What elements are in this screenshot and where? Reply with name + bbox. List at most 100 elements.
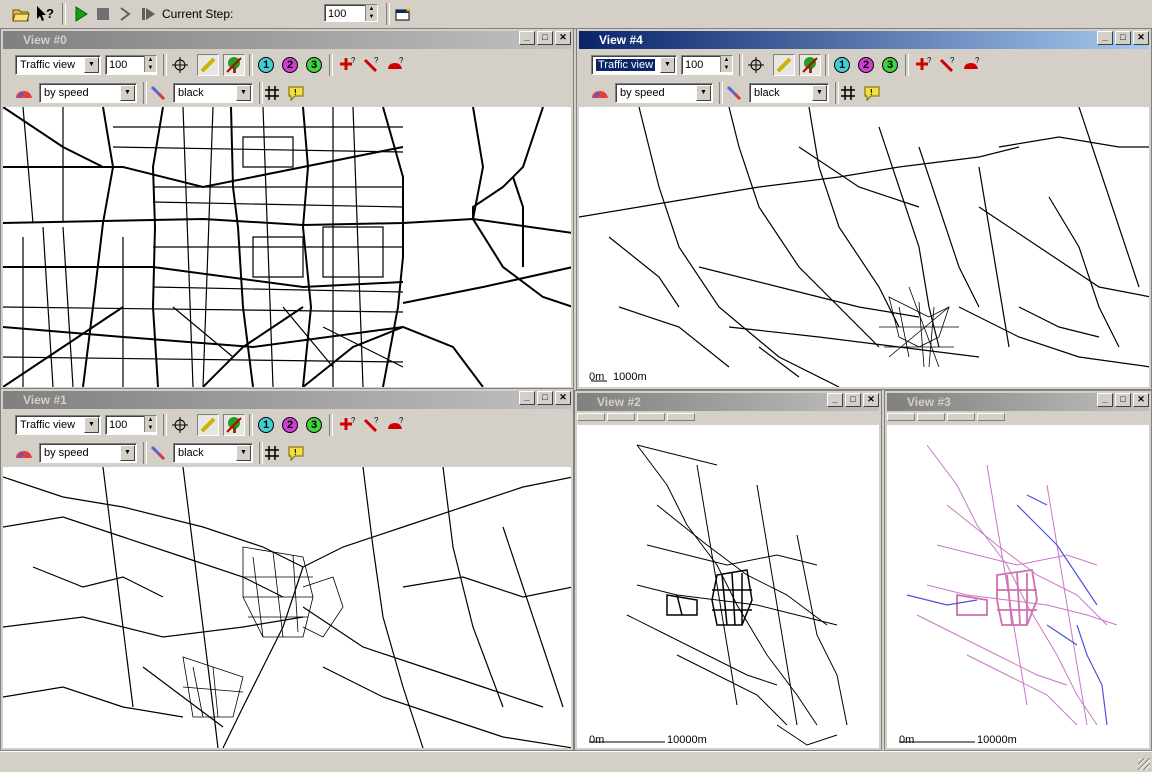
- edge-color-icon[interactable]: [147, 82, 169, 104]
- tree-decals-icon[interactable]: [223, 414, 245, 436]
- help-pointer-icon[interactable]: ?: [34, 3, 56, 25]
- collapsed-toolbar-handle[interactable]: [667, 413, 695, 421]
- resize-grip[interactable]: [1138, 758, 1150, 770]
- zoom-input[interactable]: 100 ▲ ▼: [105, 55, 157, 75]
- number-2-icon[interactable]: 2: [279, 414, 301, 436]
- locate-junction-icon[interactable]: ?: [913, 54, 935, 76]
- view-mode-select[interactable]: Traffic view ▼: [591, 55, 677, 75]
- minimize-button[interactable]: _: [827, 393, 843, 407]
- current-step-spinner[interactable]: ▲ ▼: [365, 5, 377, 21]
- step-forward-icon[interactable]: [114, 3, 136, 25]
- close-button[interactable]: ✕: [1133, 31, 1149, 45]
- vehicle-color-icon[interactable]: [13, 442, 35, 464]
- collapsed-toolbar-handle[interactable]: [607, 413, 635, 421]
- grid-icon[interactable]: [261, 82, 283, 104]
- zoom-input[interactable]: 100 ▲ ▼: [105, 415, 157, 435]
- collapsed-toolbar-handle[interactable]: [947, 413, 975, 421]
- tree-decals-icon[interactable]: [223, 54, 245, 76]
- network-canvas-2[interactable]: 0m 10000m: [577, 425, 879, 748]
- locate-vehicle-icon[interactable]: ?: [961, 54, 983, 76]
- current-step-input[interactable]: 100 ▲ ▼: [324, 4, 378, 22]
- recenter-icon[interactable]: [169, 54, 191, 76]
- view-mode-select[interactable]: Traffic view ▼: [15, 415, 101, 435]
- edge-color-icon[interactable]: [147, 442, 169, 464]
- network-canvas-4[interactable]: 0m 1000m: [579, 107, 1149, 387]
- maximize-button[interactable]: □: [537, 391, 553, 405]
- stop-icon[interactable]: [92, 3, 114, 25]
- minimize-button[interactable]: _: [519, 31, 535, 45]
- collapsed-toolbar-handle[interactable]: [577, 413, 605, 421]
- view-title-1[interactable]: View #1: [3, 391, 571, 409]
- ruler-icon[interactable]: [197, 414, 219, 436]
- close-button[interactable]: ✕: [555, 391, 571, 405]
- grid-icon[interactable]: [261, 442, 283, 464]
- vehicle-color-icon[interactable]: [13, 82, 35, 104]
- grid-icon[interactable]: [837, 82, 859, 104]
- view-window-0[interactable]: View #0 _ □ ✕ Traffic view ▼ 100 ▲ ▼ 1 2 3 …: [0, 28, 574, 390]
- tooltip-icon[interactable]: !: [285, 442, 307, 464]
- edge-color-select[interactable]: black ▼: [749, 83, 829, 103]
- minimize-button[interactable]: _: [519, 391, 535, 405]
- locate-vehicle-icon[interactable]: ?: [385, 414, 407, 436]
- play-icon[interactable]: [70, 3, 92, 25]
- tooltip-icon[interactable]: !: [285, 82, 307, 104]
- edge-color-select[interactable]: black ▼: [173, 443, 253, 463]
- maximize-button[interactable]: □: [1115, 31, 1131, 45]
- tooltip-icon[interactable]: !: [861, 82, 883, 104]
- locate-junction-icon[interactable]: ?: [337, 54, 359, 76]
- edge-color-icon[interactable]: [723, 82, 745, 104]
- number-3-icon[interactable]: 3: [303, 54, 325, 76]
- zoom-value: 100: [109, 419, 128, 431]
- color-scheme-select[interactable]: by speed ▼: [615, 83, 713, 103]
- vehicle-color-icon[interactable]: [589, 82, 611, 104]
- locate-edge-icon[interactable]: ?: [937, 54, 959, 76]
- ruler-icon[interactable]: [197, 54, 219, 76]
- number-3-icon[interactable]: 3: [879, 54, 901, 76]
- recenter-icon[interactable]: [169, 414, 191, 436]
- view-title-0[interactable]: View #0: [3, 31, 571, 49]
- maximize-button[interactable]: □: [845, 393, 861, 407]
- collapsed-toolbar-handle[interactable]: [917, 413, 945, 421]
- collapsed-toolbar-handle[interactable]: [977, 413, 1005, 421]
- view-mode-select[interactable]: Traffic view ▼: [15, 55, 101, 75]
- network-canvas-1[interactable]: [3, 467, 571, 748]
- color-scheme-select[interactable]: by speed ▼: [39, 443, 137, 463]
- number-2-icon[interactable]: 2: [855, 54, 877, 76]
- close-button[interactable]: ✕: [863, 393, 879, 407]
- fast-step-icon[interactable]: [138, 3, 160, 25]
- maximize-button[interactable]: □: [1115, 393, 1131, 407]
- view-window-2[interactable]: View #2 _ □ ✕ 0m 10000m: [574, 390, 882, 751]
- network-canvas-3[interactable]: 0m 10000m: [887, 425, 1149, 748]
- collapsed-toolbar-handle[interactable]: [637, 413, 665, 421]
- new-view-icon[interactable]: [392, 3, 414, 25]
- number-3-icon[interactable]: 3: [303, 414, 325, 436]
- zoom-input[interactable]: 100 ▲ ▼: [681, 55, 733, 75]
- number-1-icon[interactable]: 1: [831, 54, 853, 76]
- locate-edge-icon[interactable]: ?: [361, 54, 383, 76]
- view-title-4[interactable]: View #4: [579, 31, 1149, 49]
- tree-decals-icon[interactable]: [799, 54, 821, 76]
- network-canvas-0[interactable]: [3, 107, 571, 387]
- number-1-icon[interactable]: 1: [255, 54, 277, 76]
- close-button[interactable]: ✕: [1133, 393, 1149, 407]
- locate-vehicle-icon[interactable]: ?: [385, 54, 407, 76]
- collapsed-toolbar-handle[interactable]: [887, 413, 915, 421]
- recenter-icon[interactable]: [745, 54, 767, 76]
- number-1-icon[interactable]: 1: [255, 414, 277, 436]
- view-window-1[interactable]: View #1 _ □ ✕ Traffic view ▼ 100 ▲ ▼ 1 2 3 …: [0, 388, 574, 751]
- number-2-icon[interactable]: 2: [279, 54, 301, 76]
- minimize-button[interactable]: _: [1097, 393, 1113, 407]
- edge-color-select[interactable]: black ▼: [173, 83, 253, 103]
- open-folder-icon[interactable]: [10, 3, 32, 25]
- view-toolbar-row1: Traffic view ▼ 100 ▲ ▼ 1 2 3 ? ? ?: [3, 411, 571, 439]
- view-window-4[interactable]: View #4 _ □ ✕ Traffic view ▼ 100 ▲ ▼ 1 2 3 …: [576, 28, 1152, 390]
- locate-junction-icon[interactable]: ?: [337, 414, 359, 436]
- maximize-button[interactable]: □: [537, 31, 553, 45]
- view-toolbar-row2: by speed ▼ black ▼ !: [579, 79, 1149, 107]
- ruler-icon[interactable]: [773, 54, 795, 76]
- minimize-button[interactable]: _: [1097, 31, 1113, 45]
- close-button[interactable]: ✕: [555, 31, 571, 45]
- view-window-3[interactable]: View #3 _ □ ✕ 0m 10000m: [884, 390, 1152, 751]
- color-scheme-select[interactable]: by speed ▼: [39, 83, 137, 103]
- locate-edge-icon[interactable]: ?: [361, 414, 383, 436]
